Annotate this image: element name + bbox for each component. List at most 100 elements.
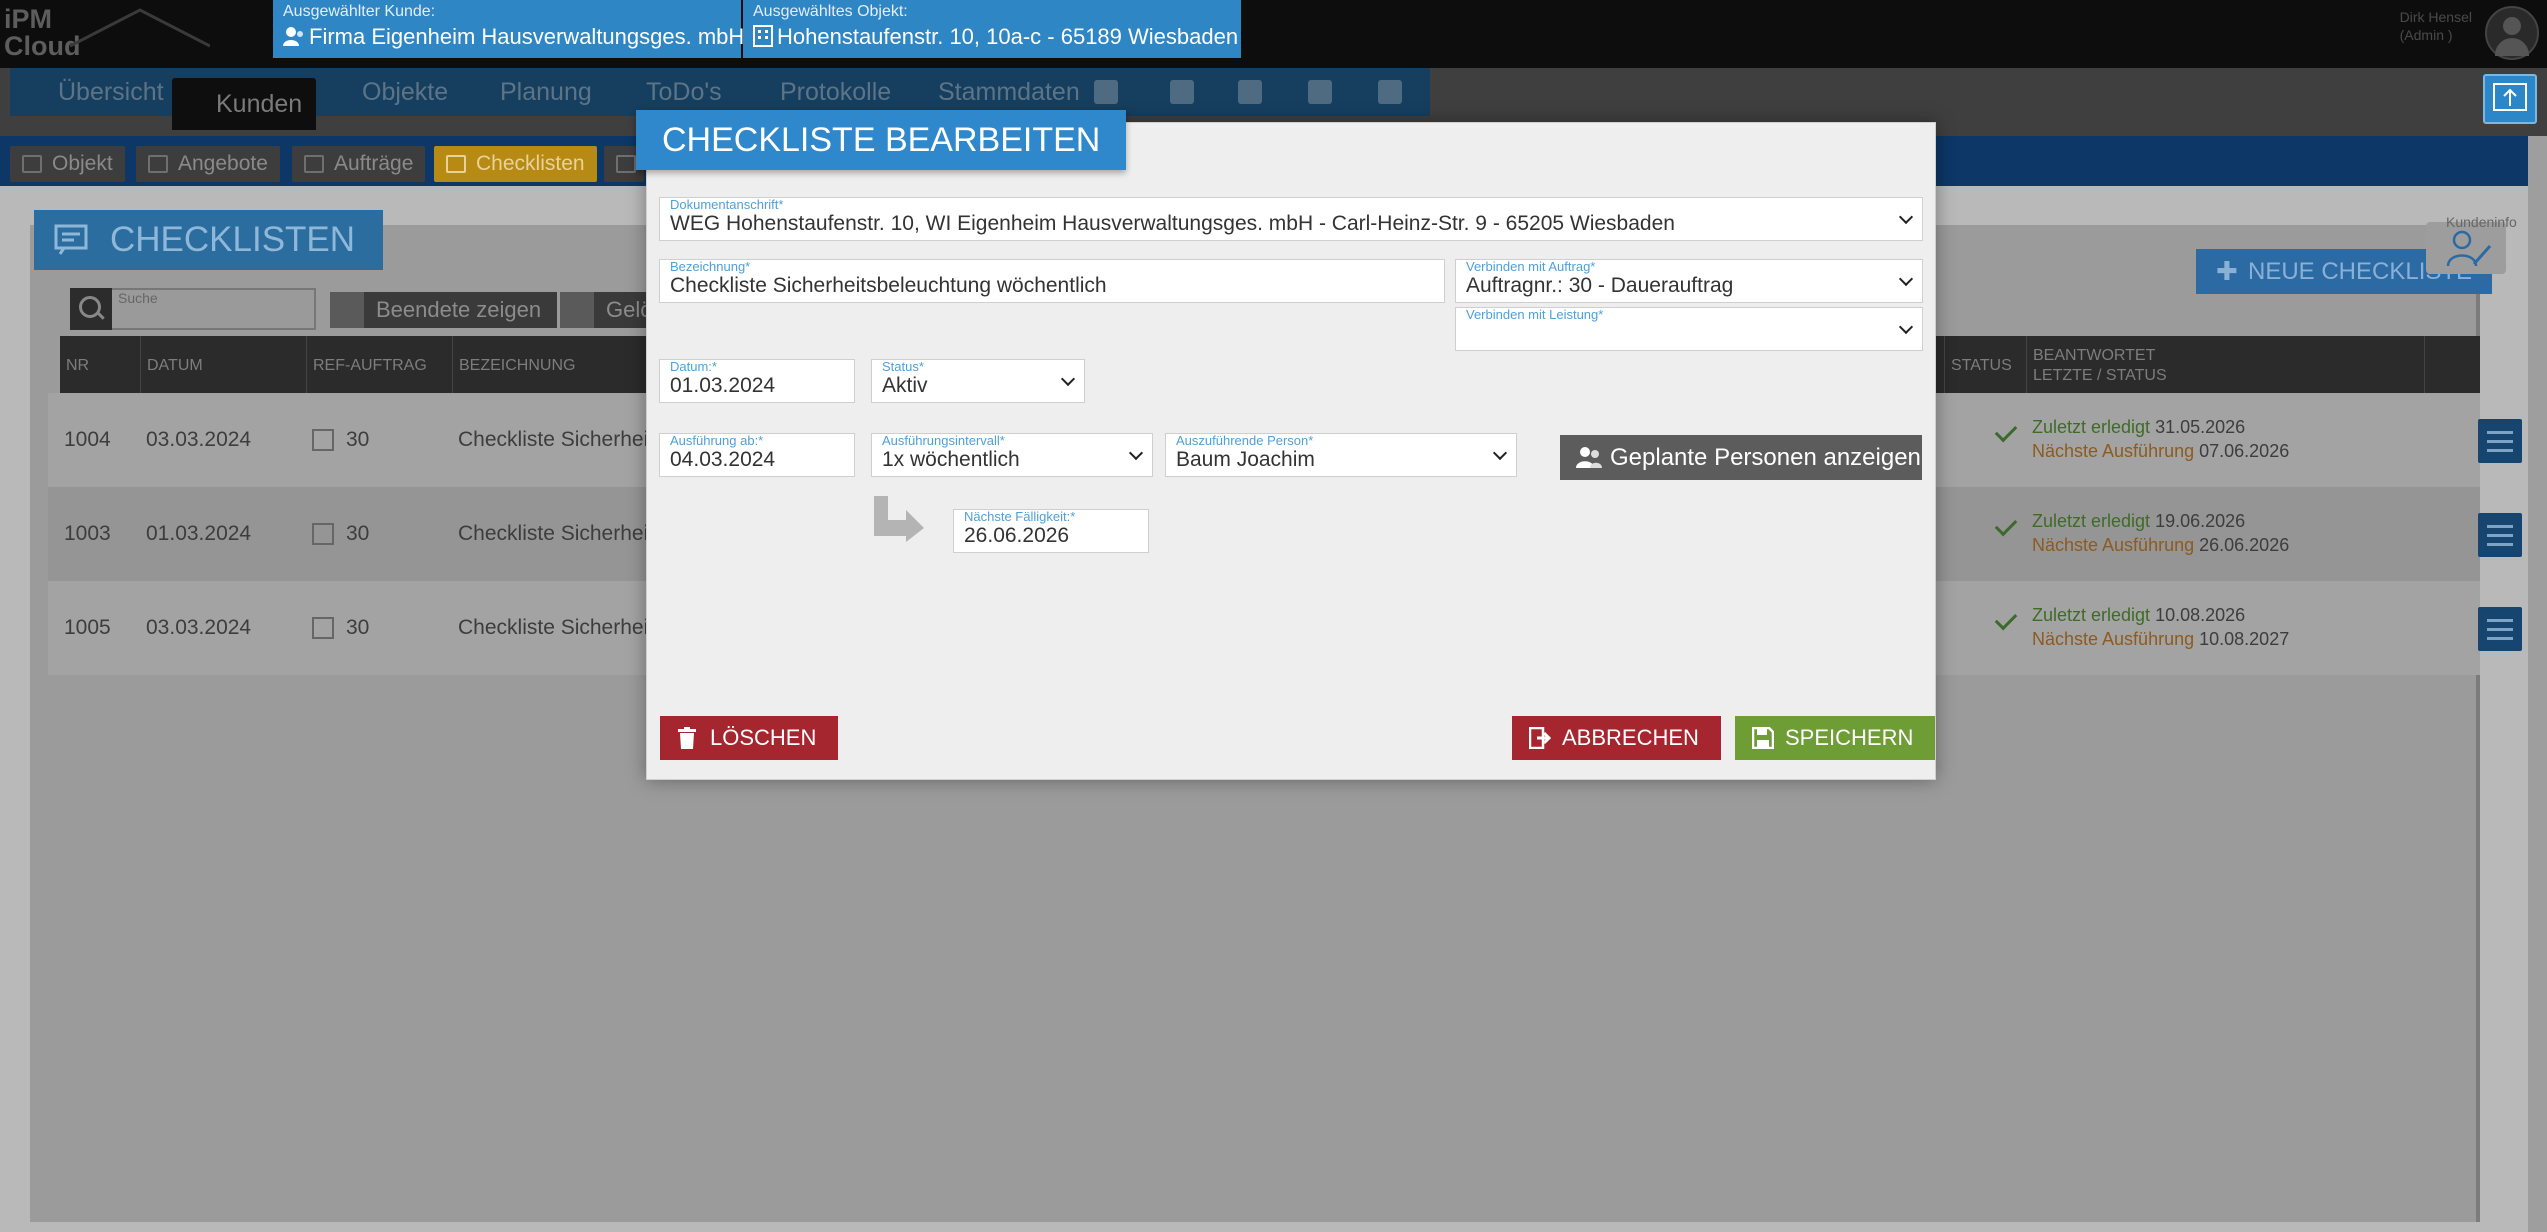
show-finished-button[interactable]: Beendete zeigen xyxy=(330,292,558,328)
col-beantwortet-line2: LETZTE / STATUS xyxy=(2033,367,2167,384)
upload-button[interactable] xyxy=(2483,74,2537,124)
next-due-label: Nächste Fälligkeit:* xyxy=(964,509,1076,524)
status-value: Aktiv xyxy=(882,374,928,397)
date-value: 01.03.2024 xyxy=(670,374,776,397)
selected-object[interactable]: Ausgewähltes Objekt: Hohenstaufenstr. 10… xyxy=(743,0,1241,58)
assignee-select[interactable]: Auszuführende Person* Baum Joachim xyxy=(1165,433,1517,477)
people-icon[interactable] xyxy=(1082,68,1130,116)
gears-icon[interactable] xyxy=(1296,68,1344,116)
tab-objekt[interactable]: Objekt xyxy=(10,146,125,182)
customer-info-label: Kundeninfo xyxy=(2446,214,2517,230)
building-icon xyxy=(753,25,773,47)
binder-icon xyxy=(148,155,168,173)
col-bezeichnung[interactable]: BEZEICHNUNG xyxy=(452,336,575,396)
logo-line-2: Cloud xyxy=(4,31,81,61)
col-actions xyxy=(2424,336,2431,396)
row-menu-button[interactable] xyxy=(2478,607,2522,651)
binder-icon xyxy=(304,155,324,173)
nav-item-planung[interactable]: Planung xyxy=(464,68,592,116)
show-planned-persons-button[interactable]: Geplante Personen anzeigen xyxy=(1560,435,1922,480)
next-due-input[interactable]: Nächste Fälligkeit:* 26.06.2026 xyxy=(953,509,1149,553)
delete-label: LÖSCHEN xyxy=(710,725,817,750)
next-due-value: 26.06.2026 xyxy=(964,524,1070,547)
search-icon[interactable] xyxy=(70,288,112,330)
execution-start-input[interactable]: Ausführung ab:* 04.03.2024 xyxy=(659,433,855,477)
cell-nr: 1004 xyxy=(64,428,111,451)
nav-item-kunden-label: Kunden xyxy=(216,90,303,118)
status-select[interactable]: Status* Aktiv xyxy=(871,359,1085,403)
col-datum[interactable]: DATUM xyxy=(140,336,203,396)
show-deleted-button[interactable]: Gelöscht xyxy=(560,292,650,328)
search-label: Suche xyxy=(118,290,158,306)
sign-out-icon xyxy=(1529,727,1551,749)
next-run-label: Nächste Ausführung xyxy=(2032,441,2195,461)
designation-input[interactable]: Bezeichnung* Checkliste Sicherheitsbeleu… xyxy=(659,259,1445,303)
app-logo: iPM Cloud xyxy=(4,6,80,60)
mobile-icon[interactable] xyxy=(1366,68,1414,116)
floppy-disk-icon xyxy=(1752,727,1774,749)
page-title: CHECKLISTEN xyxy=(34,210,384,270)
row-menu-button[interactable] xyxy=(2478,419,2522,463)
nav-item-planung-label: Planung xyxy=(500,78,592,106)
tab-checklisten[interactable]: Checklisten xyxy=(434,146,597,182)
interval-label: Ausführungsintervall* xyxy=(882,433,1005,448)
cell-bezeichnung: Checkliste Sicherheits xyxy=(458,428,665,451)
nav-item-todos[interactable]: ToDo's xyxy=(610,68,722,116)
nav-item-stammdaten[interactable]: Stammdaten xyxy=(902,68,1080,116)
page-scrollbar[interactable] xyxy=(2528,136,2547,1232)
last-done-label: Zuletzt erledigt xyxy=(2032,417,2151,437)
last-done-date: 19.06.2026 xyxy=(2155,511,2246,531)
row-menu-button[interactable] xyxy=(2478,513,2522,557)
delete-button[interactable]: LÖSCHEN xyxy=(660,716,839,760)
nav-item-objekte[interactable]: Objekte xyxy=(326,68,448,116)
assignee-value: Baum Joachim xyxy=(1176,448,1315,471)
show-planned-persons-label: Geplante Personen anzeigen xyxy=(1610,444,1921,471)
col-beantwortet[interactable]: BEANTWORTET LETZTE / STATUS xyxy=(2026,336,2167,396)
tab-angebote-label: Angebote xyxy=(178,152,268,175)
tab-angebote[interactable]: Angebote xyxy=(136,146,280,182)
col-nr[interactable]: NR xyxy=(60,336,89,396)
tab-auftraege-label: Aufträge xyxy=(334,152,414,175)
col-ref-auftrag[interactable]: REF-AUFTRAG xyxy=(306,336,427,396)
selected-customer[interactable]: Ausgewählter Kunde: Firma Eigenheim Haus… xyxy=(273,0,744,58)
cell-bezeichnung: Checkliste Sicherheits xyxy=(458,616,665,639)
user-role: (Admin ) xyxy=(2399,27,2453,43)
next-run-label: Nächste Ausführung xyxy=(2032,535,2195,555)
next-run-date: 10.08.2027 xyxy=(2199,629,2290,649)
checklist-icon xyxy=(54,224,88,255)
coins-icon[interactable] xyxy=(1226,68,1274,116)
date-input[interactable]: Datum:* 01.03.2024 xyxy=(659,359,855,403)
date-label: Datum:* xyxy=(670,359,717,374)
col-status[interactable]: STATUS xyxy=(1944,336,2012,396)
users-icon xyxy=(1576,447,1602,468)
logo-line-1: iPM xyxy=(4,4,53,34)
nav-item-stammdaten-label: Stammdaten xyxy=(938,78,1080,106)
order-select[interactable]: Verbinden mit Auftrag* Auftragnr.: 30 - … xyxy=(1455,259,1923,303)
cell-beantwortet: Zuletzt erledigt 10.08.2026 Nächste Ausf… xyxy=(2032,603,2289,651)
cell-ref: 30 xyxy=(346,522,370,545)
interval-select[interactable]: Ausführungsintervall* 1x wöchentlich xyxy=(871,433,1153,477)
binder-icon xyxy=(312,429,334,451)
cancel-button[interactable]: ABBRECHEN xyxy=(1512,716,1721,760)
avatar[interactable] xyxy=(2485,6,2539,60)
tab-checklisten-label: Checklisten xyxy=(476,152,585,175)
selected-customer-row: Firma Eigenheim Hausverwaltungsges. mbH xyxy=(283,21,744,53)
tab-auftraege[interactable]: Aufträge xyxy=(292,146,426,182)
nav-item-kunden[interactable]: Kunden xyxy=(172,78,317,130)
user-info[interactable]: Dirk Hensel (Admin ) xyxy=(2400,8,2472,44)
building-nav-icon[interactable] xyxy=(1158,68,1206,116)
document-address-select[interactable]: Dokumentanschrift* WEG Hohenstaufenstr. … xyxy=(659,197,1923,241)
execution-start-value: 04.03.2024 xyxy=(670,448,776,471)
service-select[interactable]: Verbinden mit Leistung* xyxy=(1455,307,1923,351)
cell-beantwortet: Zuletzt erledigt 31.05.2026 Nächste Ausf… xyxy=(2032,415,2289,463)
cell-ref: 30 xyxy=(346,428,370,451)
nav-item-uebersicht[interactable]: Übersicht xyxy=(22,68,164,116)
designation-label: Bezeichnung* xyxy=(670,259,751,274)
cell-beantwortet: Zuletzt erledigt 19.06.2026 Nächste Ausf… xyxy=(2032,509,2289,557)
nav-item-protokolle[interactable]: Protokolle xyxy=(744,68,891,116)
next-run-date: 07.06.2026 xyxy=(2199,441,2290,461)
trash-icon xyxy=(678,727,696,749)
dialog-title: CHECKLISTE BEARBEITEN xyxy=(636,110,1127,170)
binder-icon xyxy=(312,617,334,639)
save-button[interactable]: SPEICHERN xyxy=(1735,716,1936,760)
